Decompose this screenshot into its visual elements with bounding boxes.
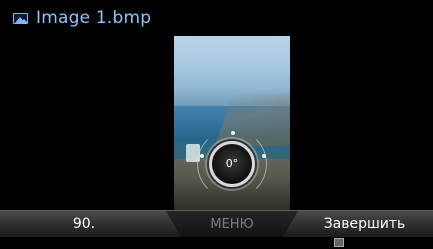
status-footer [0,237,433,249]
rotation-tick-left [200,154,204,158]
title-bar: Image 1.bmp [0,0,433,36]
rotation-tick-top [231,131,235,135]
file-title: Image 1.bmp [36,8,152,28]
status-icon [334,238,344,247]
rotation-angle: 0° [225,157,239,170]
image-file-icon [13,13,28,24]
softkey-bar: 90. МЕНЮ Завершить [0,210,433,238]
rotate-90-button[interactable]: 90. [0,211,168,238]
finish-button[interactable]: Завершить [296,211,433,238]
rotation-dial[interactable]: 0° [209,141,255,187]
menu-button[interactable]: МЕНЮ [166,211,298,238]
rotation-tick-right [262,154,266,158]
